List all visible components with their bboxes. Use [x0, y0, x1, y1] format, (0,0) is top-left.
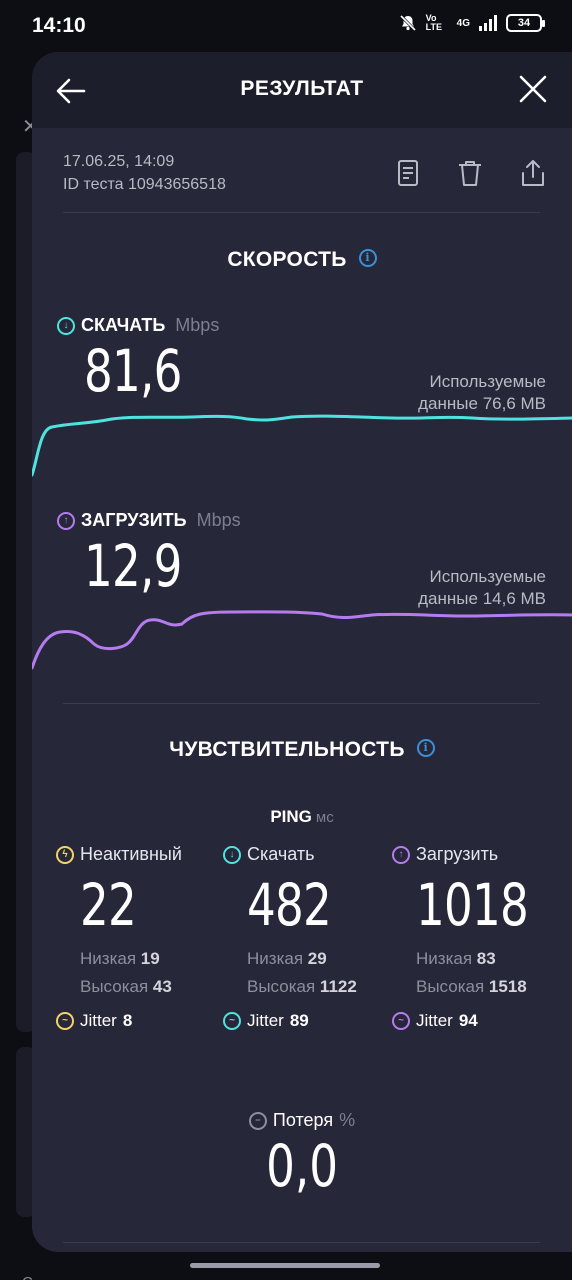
status-time: 14:10	[32, 14, 86, 37]
battery-level: 34	[517, 17, 531, 29]
ping-upload-header: ↑ Загрузить	[392, 844, 562, 865]
jitter-wave-icon: ~	[392, 1012, 410, 1030]
ping-upload-column: ↑ Загрузить 1018 Низкая 83 Высокая 1518 …	[392, 844, 562, 1031]
document-icon[interactable]	[394, 158, 422, 188]
ping-idle-column: ϟ Неактивный 22 Низкая 19 Высокая 43 ~ J…	[56, 844, 226, 1031]
upload-used-line1: Используемые	[429, 567, 546, 586]
upload-value: 12,9	[84, 532, 182, 600]
high-label: Высокая	[80, 977, 149, 996]
packet-loss-label: − Потеря %	[32, 1110, 572, 1131]
upload-arrow-icon: ↑	[57, 511, 75, 530]
ping-idle-label: Неактивный	[80, 844, 182, 864]
header-bar: РЕЗУЛЬТАТ	[32, 52, 572, 128]
ping-upload-jitter: ~ Jitter 94	[392, 1011, 562, 1031]
responsiveness-info-icon[interactable]: i	[416, 739, 435, 758]
ping-download-column: ↓ Скачать 482 Низкая 29 Высокая 1122 ~ J…	[223, 844, 393, 1031]
responsiveness-section-title: ЧУВСТВИТЕЛЬНОСТЬ i	[32, 738, 572, 762]
low-label: Низкая	[80, 949, 137, 968]
volte-indicator: Vo LTE	[425, 13, 442, 32]
download-used-line1: Используемые	[429, 372, 546, 391]
battery-icon: 34	[506, 14, 545, 32]
jitter-wave-icon: ~	[223, 1012, 241, 1030]
upload-graph-line	[32, 610, 572, 670]
high-label: Высокая	[416, 977, 485, 996]
high-value: 1122	[319, 977, 357, 996]
ping-idle-header: ϟ Неактивный	[56, 844, 226, 865]
low-label: Низкая	[247, 949, 304, 968]
jitter-value: 89	[289, 1011, 309, 1030]
jitter-wave-icon: ~	[56, 1012, 74, 1030]
low-value: 29	[307, 949, 327, 968]
low-value: 19	[140, 949, 160, 968]
upload-arrow-icon: ↑	[392, 845, 410, 864]
download-unit: Mbps	[175, 315, 220, 335]
result-sheet: РЕЗУЛЬТАТ 17.06.25, 14:09 ID теста 10943…	[32, 52, 572, 1252]
download-graph-line	[32, 414, 572, 477]
ping-idle-value: 22	[80, 871, 137, 939]
upload-label: ↑ ЗАГРУЗИТЬ Mbps	[57, 510, 241, 531]
low-value: 83	[476, 949, 496, 968]
idle-bolt-icon: ϟ	[56, 845, 74, 864]
responsiveness-title-text: ЧУВСТВИТЕЛЬНОСТЬ	[169, 738, 405, 761]
upload-label-text: ЗАГРУЗИТЬ	[81, 510, 187, 530]
packet-loss-text: Потеря	[272, 1110, 334, 1130]
trash-icon[interactable]	[456, 158, 484, 188]
jitter-label: Jitter	[247, 1011, 284, 1030]
divider	[63, 703, 540, 704]
jitter-value: 94	[458, 1011, 478, 1030]
background-text: C	[22, 1274, 33, 1280]
share-icon[interactable]	[519, 158, 547, 188]
ping-upload-low: Низкая 83	[416, 949, 562, 969]
signal-icon	[479, 15, 497, 31]
speed-title-text: СКОРОСТЬ	[227, 248, 347, 271]
network-type: 4G	[456, 17, 470, 29]
close-icon[interactable]	[518, 74, 548, 104]
divider	[63, 212, 540, 213]
jitter-label: Jitter	[80, 1011, 117, 1030]
ping-upload-high: Высокая 1518	[416, 977, 562, 997]
speed-section-title: СКОРОСТЬ i	[32, 248, 572, 272]
ping-idle-jitter: ~ Jitter 8	[56, 1011, 226, 1031]
status-bar: 14:10 Vo LTE 4G 34	[0, 0, 572, 52]
packet-loss-icon: −	[248, 1111, 267, 1130]
ping-download-value: 482	[247, 871, 332, 939]
packet-loss-unit: %	[339, 1110, 356, 1130]
mute-icon	[399, 14, 416, 32]
ping-unit: мс	[315, 809, 334, 826]
high-value: 1518	[488, 977, 527, 996]
status-icons: Vo LTE 4G 34	[399, 13, 545, 32]
download-value: 81,6	[84, 337, 182, 405]
download-label: ↓ СКАЧАТЬ Mbps	[57, 315, 219, 336]
ping-upload-label: Загрузить	[416, 844, 499, 864]
speed-info-icon[interactable]: i	[358, 249, 377, 268]
ping-upload-value: 1018	[416, 871, 529, 939]
packet-loss-value: 0,0	[32, 1132, 572, 1200]
ping-download-low: Низкая 29	[247, 949, 393, 969]
download-graph	[32, 414, 572, 477]
download-arrow-icon: ↓	[223, 845, 241, 864]
divider	[63, 1242, 540, 1243]
ping-download-label: Скачать	[247, 844, 315, 864]
ping-download-jitter: ~ Jitter 89	[223, 1011, 393, 1031]
ping-label: PING мс	[32, 807, 572, 827]
packet-loss-number: 0,0	[266, 1132, 338, 1200]
ping-idle-low: Низкая 19	[80, 949, 226, 969]
gesture-navigation-bar[interactable]	[190, 1263, 380, 1268]
low-label: Низкая	[416, 949, 473, 968]
upload-graph	[32, 610, 572, 670]
jitter-value: 8	[122, 1011, 133, 1030]
download-label-text: СКАЧАТЬ	[81, 315, 166, 335]
high-value: 43	[152, 977, 172, 996]
ping-download-high: Высокая 1122	[247, 977, 393, 997]
jitter-label: Jitter	[416, 1011, 453, 1030]
ping-download-header: ↓ Скачать	[223, 844, 393, 865]
download-arrow-icon: ↓	[57, 316, 75, 335]
test-date: 17.06.25, 14:09	[63, 153, 175, 170]
test-id: ID теста 10943656518	[63, 176, 226, 193]
ping-label-text: PING	[270, 807, 312, 826]
ping-idle-high: Высокая 43	[80, 977, 226, 997]
page-title: РЕЗУЛЬТАТ	[240, 77, 364, 100]
upload-unit: Mbps	[196, 510, 241, 530]
high-label: Высокая	[247, 977, 316, 996]
